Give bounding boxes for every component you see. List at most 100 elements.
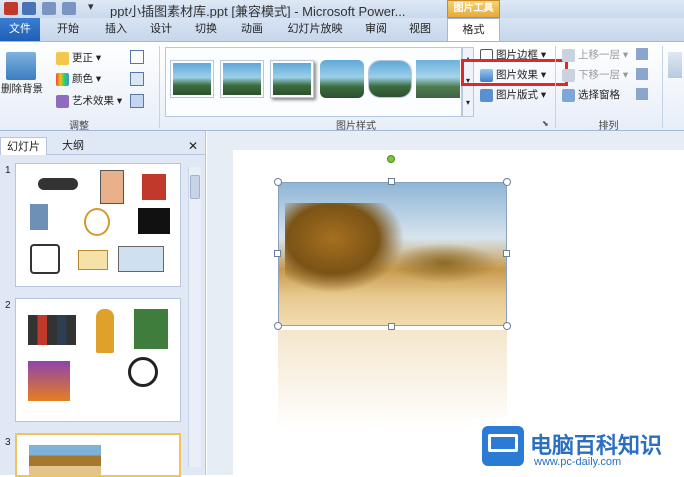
resize-handle[interactable] [388,178,395,185]
rotate-icon[interactable] [636,88,648,100]
ribbon: 删除背景 更正 ▾ 颜色 ▾ 艺术效果 ▾ 调整 ▴ ▾ ▾ 图片边框 ▾ 图片效果… [0,41,684,132]
selection-pane-button[interactable]: 选择窗格 [562,86,620,104]
picture-styles-group-label: 图片样式 [336,121,376,132]
tab-insert[interactable]: 插入 [96,18,136,41]
key-clipart-icon [38,178,78,190]
art-icon [56,94,69,108]
compress-pictures-icon[interactable] [130,50,144,64]
highlight-box [461,59,568,86]
desert-photo[interactable] [278,182,507,326]
bring-forward-icon [562,48,575,62]
artistic-effects-button[interactable]: 艺术效果 ▾ [56,92,122,110]
group-separator [662,46,663,128]
group-separator [555,46,556,128]
selection-pane-icon [562,88,575,102]
photo-reflection [278,330,507,430]
chart-clipart-icon [78,250,108,270]
bring-forward-button[interactable]: 上移一层 ▾ [562,46,628,64]
monitor-logo-icon [482,426,524,466]
tab-design[interactable]: 设计 [141,18,181,41]
slide-number: 1 [5,165,11,176]
style-thumbnail[interactable] [170,60,214,98]
scroll-thumb[interactable] [190,175,200,199]
remove-background-button[interactable]: 删除背景 [0,80,44,98]
group-icon[interactable] [636,68,648,80]
resize-handle[interactable] [274,250,281,257]
corrections-button[interactable]: 更正 ▾ [56,49,101,67]
style-thumbnail[interactable] [320,60,364,98]
building-clipart-icon [142,174,166,200]
resize-handle[interactable] [274,178,282,186]
sun-icon [56,51,69,65]
crowd-clipart-icon [28,361,70,401]
color-label: 颜色 ▾ [72,73,102,85]
resize-handle[interactable] [388,323,395,330]
crop-icon[interactable] [668,52,682,78]
close-pane-icon[interactable]: ✕ [182,137,204,155]
title-bar: ▾ ppt小插图素材库.ppt [兼容模式] - Microsoft Power… [0,0,684,19]
align-icon[interactable] [636,48,648,60]
slide-thumbnail-3[interactable] [15,433,181,477]
pane-scrollbar[interactable] [188,167,201,467]
tab-view[interactable]: 视图 [400,18,440,41]
team-clipart-icon [134,309,168,349]
tab-home[interactable]: 开始 [48,18,88,41]
resize-handle[interactable] [503,250,510,257]
send-backward-label: 下移一层 ▾ [578,69,629,81]
picture-layout-button[interactable]: 图片版式 ▾ [480,86,546,104]
app-icon [4,2,18,15]
tab-file[interactable]: 文件 [0,18,40,41]
arrange-group-label: 排列 [598,121,619,132]
clock-clipart-icon [84,208,110,236]
resize-handle[interactable] [503,178,511,186]
tab-transitions[interactable]: 切换 [186,18,226,41]
style-thumbnail[interactable] [220,60,264,98]
tab-slides[interactable]: 幻灯片 [0,137,47,155]
slide-thumbnail-1[interactable] [15,163,181,287]
picture-styles-gallery[interactable] [165,47,462,117]
palette-icon [56,72,69,86]
rotate-handle[interactable] [387,155,395,163]
magnifier-clipart-icon [128,357,158,387]
redo-icon[interactable] [62,2,76,15]
send-backward-icon [562,68,575,82]
pane-tabs: 幻灯片 大纲 ✕ [0,137,205,155]
watermark-url: www.pc-daily.com [534,456,622,468]
send-backward-button[interactable]: 下移一层 ▾ [562,66,628,84]
reading-clipart-icon [118,246,164,272]
remove-background-icon[interactable] [6,52,36,80]
dialog-launcher-icon[interactable]: ⬊ [542,119,549,128]
desert-photo-thumbnail [29,445,101,475]
slides-pane: 幻灯片 大纲 ✕ 1 2 3 [0,131,206,477]
picture-layout-label: 图片版式 ▾ [496,89,547,101]
resize-handle[interactable] [274,322,282,330]
tab-slideshow[interactable]: 幻灯片放映 [280,18,350,41]
reset-picture-icon[interactable] [130,94,144,108]
phone-clipart-icon [30,204,48,230]
style-thumbnail[interactable] [270,60,314,98]
group-separator [159,46,160,128]
tab-format[interactable]: 格式 [447,18,500,42]
tab-outline[interactable]: 大纲 [56,137,90,155]
save-icon[interactable] [22,2,36,15]
slide-number: 2 [5,300,11,311]
tab-review[interactable]: 审阅 [356,18,396,41]
slide-thumbnail-2[interactable] [15,298,181,422]
adjust-group-label: 调整 [69,121,89,132]
color-button[interactable]: 颜色 ▾ [56,70,101,88]
style-thumbnail[interactable] [416,60,460,98]
undo-icon[interactable] [42,2,56,15]
tab-animations[interactable]: 动画 [232,18,272,41]
context-tab-header: 图片工具 [447,0,500,18]
people-clipart-icon [28,315,76,345]
watermark: 电脑百科知识 www.pc-daily.com [472,418,684,475]
resize-handle[interactable] [503,322,511,330]
key-clipart-icon [96,309,114,353]
corrections-label: 更正 ▾ [72,52,102,64]
slide-number: 3 [5,437,11,448]
style-thumbnail[interactable] [368,60,412,98]
ribbon-tab-bar: 文件 开始 插入 设计 切换 动画 幻灯片放映 审阅 视图 格式 [0,18,684,42]
change-picture-icon[interactable] [130,72,144,86]
qat-dropdown-icon[interactable]: ▾ [88,0,94,13]
person-clipart-icon [30,244,60,274]
